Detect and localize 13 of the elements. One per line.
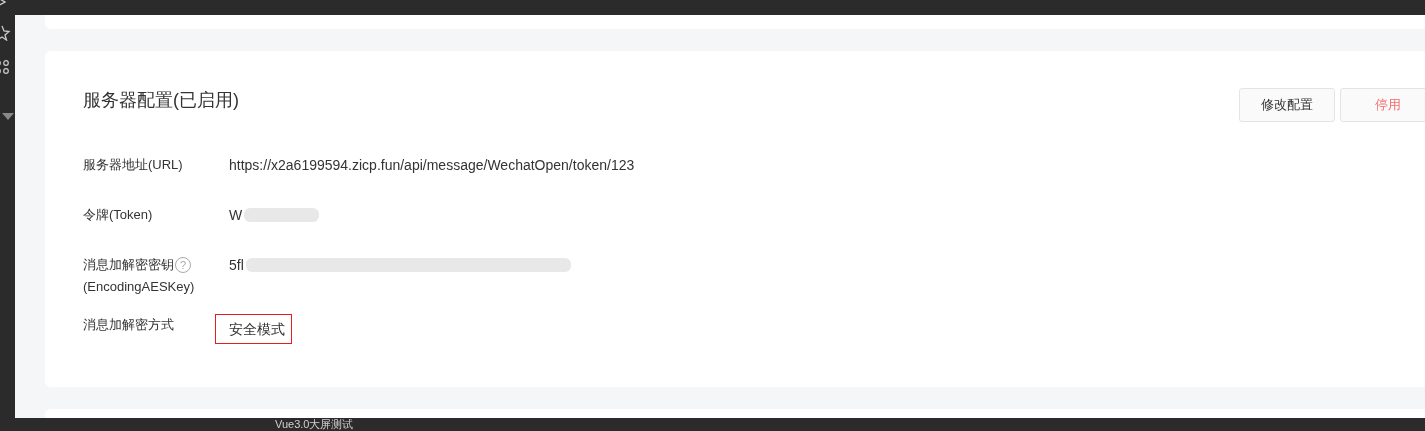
field-label: 令牌(Token) [83, 206, 153, 224]
field-value: https://x2a6199594.zicp.fun/api/message/WechatOpen/token/123 [229, 156, 635, 175]
card-title: 服务器配置(已启用) [83, 89, 239, 112]
edit-button[interactable]: 修改配置 [1239, 88, 1335, 122]
field-value: W [229, 206, 243, 225]
field-value: 安全模式 [215, 314, 292, 344]
field-label: 消息加解密方式 [83, 316, 174, 334]
field-label: 服务器地址(URL) [83, 156, 183, 174]
field-label: 消息加解密密钥 [83, 256, 174, 274]
list-item[interactable]: Vue3.0大屏测试 [275, 418, 354, 431]
caret-icon[interactable] [2, 113, 14, 120]
field-label: (EncodingAESKey) [83, 278, 196, 296]
field-value: 5fl [229, 256, 244, 275]
